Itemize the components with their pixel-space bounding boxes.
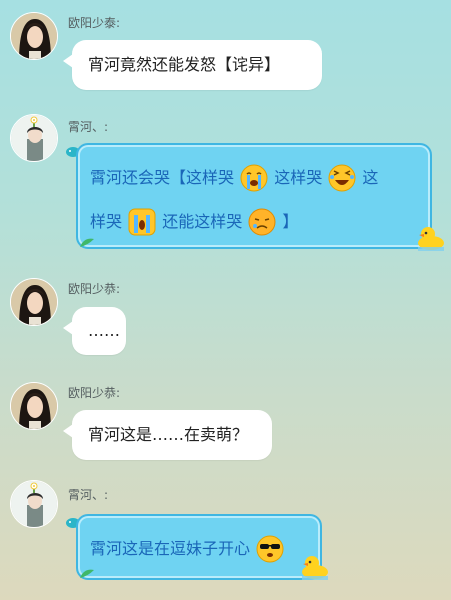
avatar[interactable] (10, 12, 58, 60)
duck-icon (302, 556, 328, 580)
message-text: 宵河竟然还能发怒【诧异】 (88, 55, 281, 74)
duck-icon (418, 227, 444, 251)
message-text: 宵河这是……在卖萌？ (88, 425, 249, 444)
cool-sunglasses-emoji (256, 535, 284, 563)
sender-name: 霄河、: (68, 120, 109, 134)
message-bubble[interactable]: 霄河还会哭【这样哭 这样哭 这 样哭 还能这样哭 】 (76, 143, 444, 251)
message-line: 样哭 还能这样哭 】 (90, 207, 299, 236)
chat-history[interactable]: 欧阳少泰: 宵河竟然还能发怒【诧异】 霄河、: 霄河还会哭【这样哭 这样哭 这 … (0, 0, 451, 600)
message-line: 霄河还会哭【这样哭 这样哭 这 (90, 163, 379, 192)
avatar[interactable] (10, 480, 58, 528)
message-text: 霄河还会哭【这样哭 (90, 168, 235, 187)
sender-name: 霄河、: (68, 488, 109, 502)
sender-name: 欧阳少泰: (68, 16, 121, 30)
sender-name: 欧阳少恭: (68, 282, 121, 296)
leaf-icon (80, 238, 94, 247)
sender-name: 欧阳少恭: (68, 386, 121, 400)
avatar[interactable] (10, 382, 58, 430)
message-bubble[interactable]: …… (63, 307, 126, 355)
laughing-tears-emoji (328, 164, 356, 192)
avatar[interactable] (10, 278, 58, 326)
message-bubble[interactable]: 宵河竟然还能发怒【诧异】 (63, 40, 322, 90)
sobbing-face-emoji (248, 208, 276, 236)
message-bubble[interactable]: 宵河这是……在卖萌？ (63, 410, 272, 460)
message-line: 霄河这是在逗妹子开心 (90, 534, 285, 563)
message-text: 这 (362, 168, 379, 187)
wailing-face-emoji (128, 208, 156, 236)
message-text: …… (88, 321, 120, 340)
message-text: 样哭 (90, 212, 123, 231)
message-text: 霄河这是在逗妹子开心 (90, 539, 251, 558)
message-text: 还能这样哭 (162, 212, 243, 231)
crying-face-emoji (240, 164, 268, 192)
message-text: 】 (282, 212, 299, 231)
avatar[interactable] (10, 114, 58, 162)
leaf-icon (80, 569, 94, 578)
message-bubble[interactable]: 霄河这是在逗妹子开心 (76, 514, 328, 580)
message-text: 这样哭 (274, 168, 323, 187)
